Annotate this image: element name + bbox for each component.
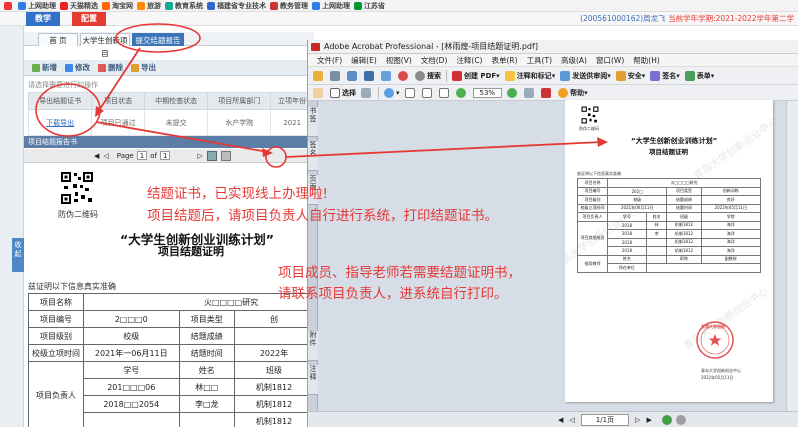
highlight-circle	[265, 146, 287, 168]
arrow-line	[95, 121, 269, 153]
highlight-circle	[35, 83, 101, 137]
arrow-line	[97, 47, 141, 113]
arrow-line	[285, 141, 603, 158]
annotation-text: 结题证书，已实现线上办理啦!	[147, 186, 328, 202]
highlight-circle	[115, 23, 201, 53]
annotation-text: 项目结题后，请项目负责人自行进行系统，打印结题证书。	[147, 208, 498, 224]
annotation-text: 项目成员、指导老师若需要结题证明书，	[278, 265, 521, 281]
annotation-text: 请联系项目负责人，进系统自行打印。	[278, 286, 508, 302]
arrow-head-icon	[597, 137, 608, 147]
arrow-head-icon	[262, 148, 273, 157]
